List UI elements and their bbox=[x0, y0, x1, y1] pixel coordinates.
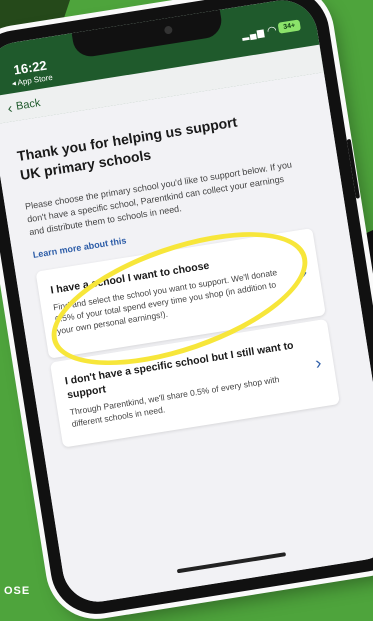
learn-more-link[interactable]: Learn more about this bbox=[32, 235, 127, 260]
battery-icon: 34+ bbox=[277, 19, 302, 34]
back-button[interactable]: Back bbox=[15, 97, 41, 113]
phone: 16:22 ◂ App Store ▂▄▆ ◠ 34+ ‹ Back Thank… bbox=[0, 0, 373, 621]
chevron-left-icon[interactable]: ‹ bbox=[6, 100, 13, 117]
signal-icon: ▂▄▆ bbox=[241, 27, 266, 41]
corner-caption: OSE bbox=[4, 585, 31, 597]
chevron-right-icon[interactable]: › bbox=[314, 352, 323, 374]
camera-icon bbox=[163, 25, 173, 35]
wifi-icon: ◠ bbox=[266, 24, 278, 38]
